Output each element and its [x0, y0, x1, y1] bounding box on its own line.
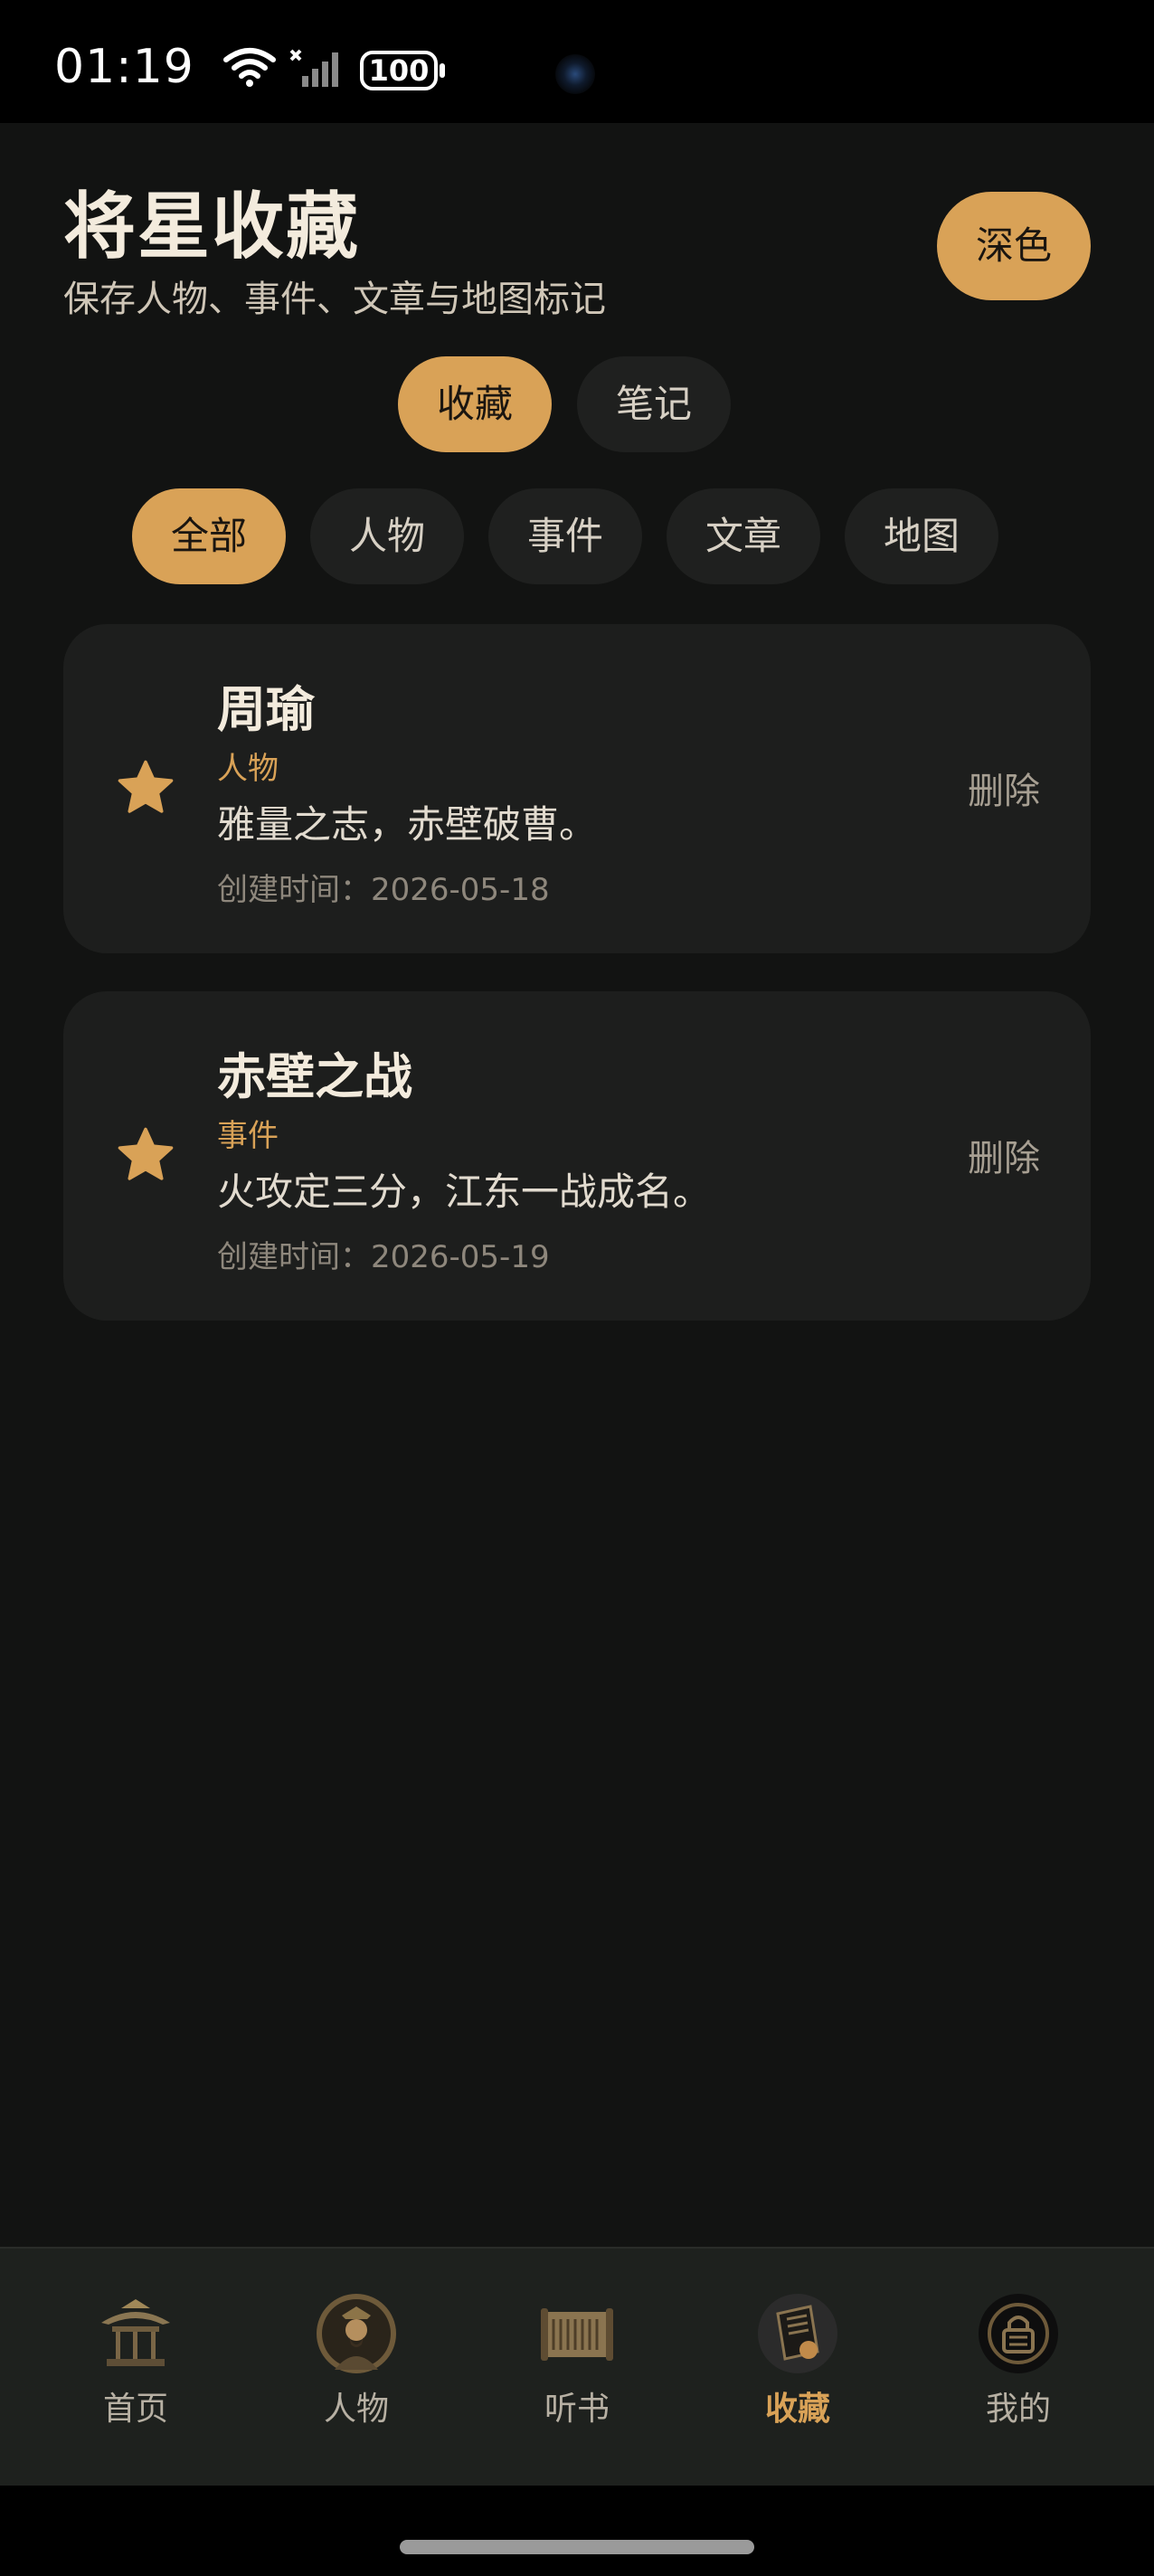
nav-item-audiobook[interactable]: 听书 [467, 2249, 687, 2487]
nav-label-home: 首页 [102, 2391, 168, 2428]
filter-all[interactable]: 全部 [132, 488, 286, 584]
filter-people[interactable]: 人物 [310, 488, 464, 584]
filter-events[interactable]: 事件 [488, 488, 642, 584]
camera-cutout [555, 54, 595, 94]
nav-label-favorites: 收藏 [764, 2391, 830, 2428]
tab-notes[interactable]: 笔记 [577, 356, 731, 452]
filter-articles[interactable]: 文章 [667, 488, 820, 584]
star-icon[interactable] [114, 1123, 177, 1187]
signal-icon [289, 49, 338, 87]
star-icon[interactable] [114, 756, 177, 819]
card-category: 人物 [217, 751, 279, 787]
status-time: 01:19 [54, 40, 194, 94]
favorite-card[interactable]: 赤壁之战 事件 火攻定三分，江东一战成名。 创建时间：2026-05-19 删除 [63, 991, 1091, 1321]
card-category: 事件 [217, 1118, 279, 1154]
pavilion-icon [101, 2299, 170, 2366]
card-created-date: 创建时间：2026-05-19 [217, 1239, 550, 1275]
theme-toggle-button[interactable]: 深色 [937, 192, 1091, 300]
status-bar: 01:19 100 [0, 0, 1154, 123]
nav-item-favorites[interactable]: 收藏 [687, 2249, 908, 2487]
favorite-card[interactable]: 周瑜 人物 雅量之志，赤壁破曹。 创建时间：2026-05-18 删除 [63, 624, 1091, 953]
page-title: 将星收藏 [63, 185, 360, 269]
card-title: 赤壁之战 [217, 1048, 412, 1105]
gesture-bar [0, 2486, 1154, 2576]
filter-maps[interactable]: 地图 [845, 488, 998, 584]
nav-label-profile: 我的 [985, 2391, 1051, 2428]
card-title: 周瑜 [217, 681, 315, 738]
book-icon [758, 2294, 837, 2373]
nav-item-people[interactable]: 人物 [246, 2249, 467, 2487]
card-description: 雅量之志，赤壁破曹。 [217, 802, 598, 847]
page-subtitle: 保存人物、事件、文章与地图标记 [63, 279, 606, 320]
wifi-icon [223, 48, 276, 87]
lock-badge-icon [979, 2294, 1058, 2373]
nav-item-profile[interactable]: 我的 [908, 2249, 1129, 2487]
nav-item-home[interactable]: 首页 [25, 2249, 246, 2487]
card-created-date: 创建时间：2026-05-18 [217, 872, 550, 908]
home-indicator[interactable] [400, 2540, 754, 2554]
delete-button[interactable]: 删除 [968, 1129, 1040, 1181]
bottom-nav: 首页 人物 听书 收藏 我的 [0, 2247, 1154, 2487]
delete-button[interactable]: 删除 [968, 762, 1040, 814]
nav-label-audiobook: 听书 [544, 2391, 610, 2428]
battery-level: 100 [368, 53, 430, 88]
scroll-icon [541, 2308, 613, 2361]
nav-label-people: 人物 [323, 2391, 389, 2428]
favorites-screen: 01:19 100 将星收藏 保存人物、事件、文章与地图标记 深色 收藏 笔记 [0, 0, 1154, 2576]
card-description: 火攻定三分，江东一战成名。 [217, 1170, 712, 1214]
tab-favorites[interactable]: 收藏 [398, 356, 552, 452]
portrait-icon [317, 2294, 396, 2373]
